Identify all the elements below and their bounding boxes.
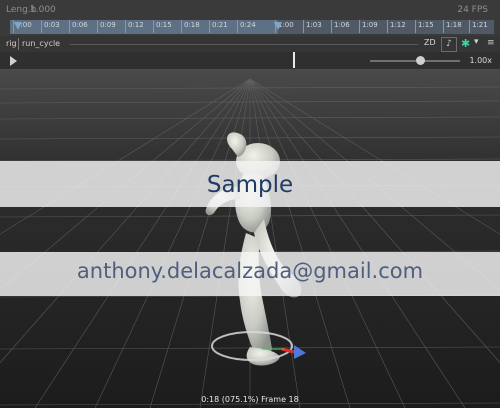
- length-row: Leng.h 1.000 24 FPS: [6, 5, 494, 19]
- playhead[interactable]: [293, 52, 295, 68]
- tick-label: 0:18: [181, 20, 200, 33]
- range-end-marker[interactable]: [274, 22, 282, 30]
- tick-label: 1:21: [469, 20, 488, 33]
- speed-slider-knob[interactable]: [415, 56, 425, 65]
- timeline-ruler[interactable]: 0:00 0:03 0:06 0:09 0:12 0:15 0:18 0:21 …: [10, 20, 494, 34]
- tick-label: 1:12: [387, 20, 406, 33]
- frame-status: 0:18 (075.1%) Frame 18: [201, 395, 299, 404]
- playback-bar: 1.00x: [0, 52, 500, 70]
- fps-label[interactable]: 24 FPS: [457, 5, 488, 15]
- tick-label: 1:15: [415, 20, 434, 33]
- tick-label: 0:21: [209, 20, 228, 33]
- tick-label: 1:09: [359, 20, 378, 33]
- zd-button[interactable]: ZD: [424, 38, 436, 47]
- watermark-title: Sample: [206, 172, 294, 198]
- tick-label: 0:24: [237, 20, 256, 33]
- clip-track[interactable]: [70, 44, 418, 45]
- timeline-header: Leng.h 1.000 24 FPS 0:00 0:03 0:06 0:09 …: [0, 0, 500, 37]
- rig-toolbar: rig run_cycle ZD ♪ ✱ ▾ ≡: [0, 36, 500, 53]
- play-icon[interactable]: [10, 56, 17, 66]
- rig-label: rig: [6, 39, 17, 48]
- tick-label: 0:03: [41, 20, 60, 33]
- chevron-down-icon[interactable]: ▾: [474, 37, 479, 47]
- range-start-marker[interactable]: [14, 22, 22, 30]
- separator: [18, 38, 19, 50]
- tick-label: 0:06: [69, 20, 88, 33]
- watermark-email: anthony.delacalzada@gmail.com: [76, 259, 424, 283]
- menu-icon[interactable]: ≡: [487, 38, 495, 48]
- tick-label: 0:12: [125, 20, 144, 33]
- tick-label: 1:06: [331, 20, 350, 33]
- clip-name[interactable]: run_cycle: [22, 39, 60, 48]
- animation-editor: Leng.h 1.000 24 FPS 0:00 0:03 0:06 0:09 …: [0, 0, 500, 408]
- tick-label: 1:18: [443, 20, 462, 33]
- note-icon[interactable]: ♪: [441, 37, 457, 52]
- viewport-scene: [0, 69, 500, 408]
- tick-label: 0:15: [153, 20, 172, 33]
- length-value[interactable]: 1.000: [30, 5, 56, 15]
- speed-value: 1.00x: [469, 56, 492, 65]
- tick-label: 0:09: [97, 20, 116, 33]
- 3d-viewport[interactable]: Sample anthony.delacalzada@gmail.com 0:1…: [0, 69, 500, 408]
- onion-skin-icon[interactable]: ✱: [461, 37, 470, 50]
- tick-label: 1:03: [303, 20, 322, 33]
